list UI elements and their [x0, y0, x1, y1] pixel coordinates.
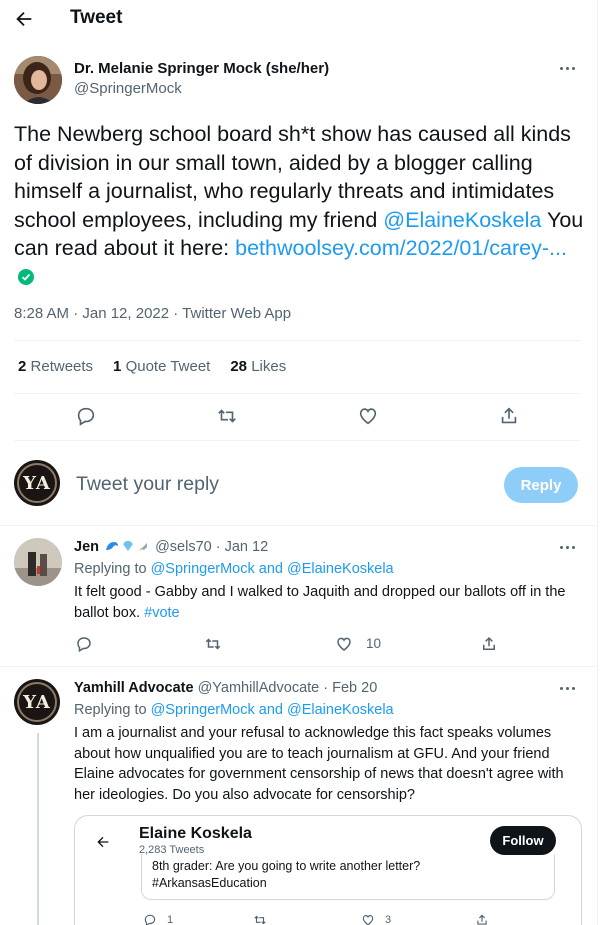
retweet-icon[interactable] — [204, 635, 222, 653]
divider — [14, 340, 580, 341]
reply-text: I am a journalist and your refusal to ac… — [74, 725, 564, 803]
embed-quoted-tweet: 8th grader: Are you going to write anoth… — [141, 854, 555, 900]
retweet-icon[interactable] — [216, 405, 238, 427]
tweet-actions — [0, 405, 597, 429]
likes-label: Likes — [251, 358, 287, 375]
back-arrow-icon[interactable] — [13, 8, 35, 30]
replying-to-users[interactable]: @SpringerMock and @ElaineKoskela — [151, 561, 394, 577]
quotes-count: 1 — [113, 358, 122, 375]
embed-like-count: 3 — [385, 914, 392, 925]
like-icon — [362, 915, 374, 925]
author-name[interactable]: Dr. Melanie Springer Mock (she/her) — [74, 60, 329, 77]
mention-link[interactable]: @ElaineKoskela — [383, 208, 541, 232]
embed-quote-line2: #ArkansasEducation — [152, 876, 267, 890]
avatar-photo — [14, 538, 62, 586]
divider — [14, 440, 580, 441]
replying-to-users[interactable]: @SpringerMock and @ElaineKoskela — [151, 702, 394, 718]
gem-emoji-icon — [123, 541, 134, 551]
avatar-initials: YA — [23, 691, 51, 713]
reply-icon[interactable] — [75, 405, 97, 427]
author-avatar[interactable] — [14, 56, 62, 104]
like-icon[interactable] — [357, 405, 379, 427]
likes-count: 28 — [230, 358, 248, 375]
replying-to: Replying to @SpringerMock and @ElaineKos… — [74, 561, 394, 577]
replying-to: Replying to @SpringerMock and @ElaineKos… — [74, 702, 394, 718]
reply-button[interactable]: Reply — [504, 467, 578, 503]
reply-input[interactable]: Tweet your reply — [76, 473, 219, 496]
like-count: 10 — [366, 636, 382, 651]
retweet-icon — [254, 915, 266, 925]
verified-check-icon — [18, 268, 34, 285]
reply-author-name[interactable]: Yamhill Advocate — [74, 680, 194, 696]
share-icon[interactable] — [480, 635, 498, 653]
top-bar: Tweet — [0, 0, 597, 38]
reply-text: It felt good - Gabby and I walked to Jaq… — [74, 582, 579, 623]
reply-icon — [144, 914, 156, 925]
quotes-label: Quote Tweet — [125, 358, 211, 375]
embed-quote-line1: 8th grader: Are you going to write anoth… — [152, 859, 421, 873]
reply-date[interactable]: · Feb 20 — [323, 680, 377, 696]
article-link[interactable]: bethwoolsey.com/2022/01/carey-... — [235, 236, 567, 260]
reply-header: Yamhill Advocate @YamhillAdvocate · Feb … — [74, 680, 377, 696]
rocket-emoji-icon — [139, 540, 151, 551]
embedded-image[interactable]: Elaine Koskela 2,283 Tweets Follow 8th g… — [74, 815, 582, 925]
reply-avatar[interactable]: YA — [14, 679, 60, 725]
retweets-label: Retweets — [30, 358, 94, 375]
retweets-stat[interactable]: 2 Retweets — [18, 358, 93, 375]
like-icon[interactable] — [335, 635, 353, 653]
tweet-timestamp[interactable]: 8:28 AM · Jan 12, 2022 · Twitter Web App — [14, 305, 291, 322]
divider — [14, 393, 580, 394]
wave-emoji-icon — [106, 542, 119, 550]
divider — [0, 525, 597, 526]
reply-date[interactable]: · Jan 12 — [216, 539, 268, 555]
embed-reply-count: 1 — [167, 914, 174, 925]
embed-follow-button: Follow — [490, 826, 556, 855]
page-title: Tweet — [70, 7, 123, 28]
author-handle[interactable]: @SpringerMock — [74, 80, 182, 97]
share-icon[interactable] — [498, 405, 520, 427]
composer-avatar: YA — [14, 460, 60, 506]
back-arrow-icon — [97, 836, 109, 848]
avatar-photo — [14, 56, 62, 104]
replying-to-label: Replying to — [74, 561, 147, 577]
quotes-stat[interactable]: 1 Quote Tweet — [113, 358, 210, 375]
reply-icon[interactable] — [75, 635, 93, 653]
reply-avatar[interactable] — [14, 538, 62, 586]
reply-author-name[interactable]: Jen — [74, 539, 99, 555]
more-options-icon[interactable] — [560, 65, 580, 73]
replying-to-label: Replying to — [74, 702, 147, 718]
hashtag-link[interactable]: #vote — [144, 605, 179, 621]
tweet-stats: 2 Retweets 1 Quote Tweet 28 Likes — [18, 358, 286, 375]
embed-profile-name: Elaine Koskela — [139, 825, 252, 842]
reply-author-handle[interactable]: @YamhillAdvocate — [198, 680, 320, 696]
reply-author-handle[interactable]: @sels70 — [155, 539, 212, 555]
avatar-initials: YA — [23, 472, 51, 494]
retweets-count: 2 — [18, 358, 27, 375]
divider — [0, 666, 597, 667]
thread-line — [37, 733, 39, 925]
share-icon — [477, 914, 487, 925]
tweet-text: The Newberg school board sh*t show has c… — [14, 120, 584, 291]
likes-stat[interactable]: 28 Likes — [230, 358, 286, 375]
reply-header: Jen @sels70 · Jan 12 — [74, 539, 268, 555]
more-options-icon[interactable] — [560, 685, 580, 693]
more-options-icon[interactable] — [560, 544, 580, 552]
